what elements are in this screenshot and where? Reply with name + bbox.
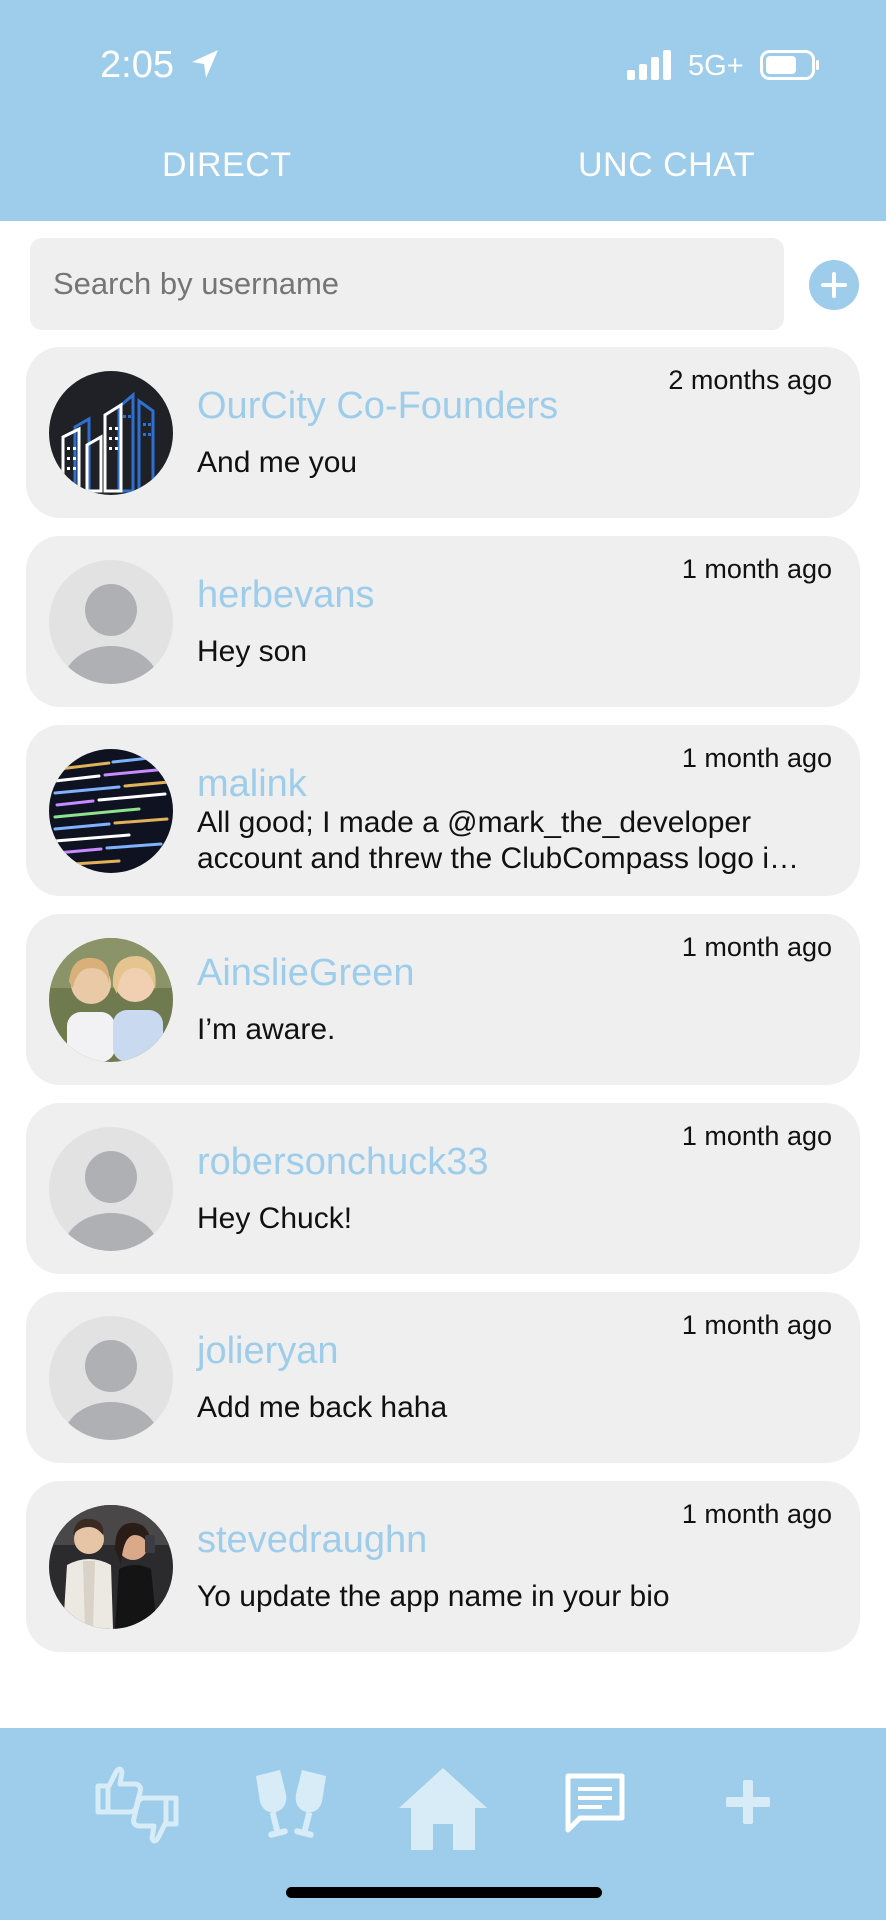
conversation-row[interactable]: 1 month ago jolieryan Add me back haha (26, 1292, 860, 1463)
last-message-line: All good; I made a @mark_the_developer (197, 806, 752, 839)
default-person-icon (49, 1127, 173, 1251)
last-message: Hey son (197, 635, 308, 668)
default-person-icon (49, 560, 173, 684)
new-chat-button[interactable] (809, 260, 859, 310)
photo-icon (49, 938, 173, 1062)
last-message: Add me back haha (197, 1391, 448, 1424)
city-logo-icon (49, 371, 173, 495)
conversation-name: AinslieGreen (197, 952, 415, 994)
conversation-name: herbevans (197, 574, 375, 616)
last-message: I’m aware. (197, 1013, 336, 1046)
default-person-icon (49, 1316, 173, 1440)
conversation-row[interactable]: 1 month ago stevedraughn Yo update the a… (26, 1481, 860, 1652)
photo-icon (49, 1505, 173, 1629)
conversation-name: robersonchuck33 (197, 1141, 489, 1183)
timestamp: 1 month ago (681, 554, 832, 584)
conversation-name: malink (197, 763, 307, 805)
tab-unc-chat[interactable]: UNC CHAT (578, 146, 755, 185)
cheers-icon[interactable] (246, 1766, 336, 1846)
avatar (49, 560, 173, 684)
last-message: All good; I made a @mark_the_developer a… (197, 805, 837, 877)
timestamp: 1 month ago (681, 932, 832, 962)
avatar (49, 749, 173, 873)
home-indicator (286, 1887, 602, 1898)
avatar (49, 938, 173, 1062)
network-label: 5G+ (688, 50, 744, 82)
conversation-row[interactable]: 2 months ago OurCity Co-Founders And me … (26, 347, 860, 518)
header: 2:05 5G+ DIRECT UNC CHAT (0, 0, 886, 221)
last-message-line: account and threw the ClubCompass logo i… (197, 842, 799, 875)
conversation-name: OurCity Co-Founders (197, 385, 559, 427)
avatar (49, 1316, 173, 1440)
last-message: Hey Chuck! (197, 1202, 353, 1235)
avatar (49, 1127, 173, 1251)
status-time: 2:05 (100, 44, 174, 86)
conversation-row[interactable]: 1 month ago malink All good; I made a @m… (26, 725, 860, 896)
avatar (49, 1505, 173, 1629)
avatar (49, 371, 173, 495)
location-arrow-icon (192, 50, 218, 78)
conversation-name: jolieryan (197, 1330, 339, 1372)
conversation-name: stevedraughn (197, 1519, 428, 1561)
search-bar (30, 238, 784, 330)
timestamp: 2 months ago (668, 365, 832, 395)
code-photo-icon (49, 749, 173, 873)
plus-icon[interactable] (724, 1778, 772, 1826)
conversation-row[interactable]: 1 month ago AinslieGreen I’m aware. (26, 914, 860, 1085)
timestamp: 1 month ago (681, 1121, 832, 1151)
timestamp: 1 month ago (681, 1499, 832, 1529)
last-message: Yo update the app name in your bio (197, 1580, 670, 1613)
conversation-row[interactable]: 1 month ago herbevans Hey son (26, 536, 860, 707)
timestamp: 1 month ago (681, 743, 832, 773)
conversation-row[interactable]: 1 month ago robersonchuck33 Hey Chuck! (26, 1103, 860, 1274)
search-input[interactable] (53, 238, 753, 330)
tab-direct[interactable]: DIRECT (162, 146, 292, 185)
last-message: And me you (197, 446, 358, 479)
battery-icon (760, 50, 819, 80)
timestamp: 1 month ago (681, 1310, 832, 1340)
thumbs-up-down-icon[interactable] (92, 1760, 182, 1850)
signal-icon (627, 50, 671, 80)
home-icon[interactable] (397, 1766, 489, 1850)
chat-icon[interactable] (564, 1772, 626, 1834)
